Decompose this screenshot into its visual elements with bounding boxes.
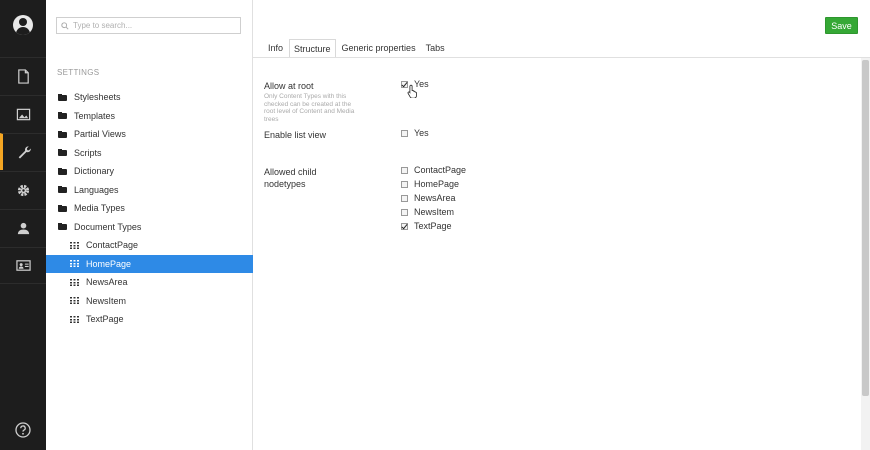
user-avatar[interactable] [13, 15, 33, 35]
app-sidebar [0, 0, 46, 450]
child-option-checkbox[interactable] [401, 222, 408, 230]
tree-item-newsarea[interactable]: NewsArea [46, 273, 253, 291]
document-type-icon [70, 260, 79, 267]
folder-icon [58, 167, 67, 175]
allow-at-root-label: Allow at root [264, 81, 314, 91]
allowed-child-nodetypes-label: Allowed child nodetypes [264, 167, 317, 189]
child-option-textpage[interactable]: TextPage [401, 220, 452, 232]
nav-settings[interactable] [0, 133, 46, 170]
folder-icon [58, 204, 67, 212]
tab-generic-properties[interactable]: Generic properties [338, 39, 420, 58]
enable-list-view-option-label: Yes [414, 128, 429, 138]
tree-item-label: Media Types [74, 203, 125, 213]
tab-info[interactable]: Info [264, 39, 287, 58]
tree-item-templates[interactable]: Templates [46, 107, 253, 125]
tab-tabs[interactable]: Tabs [422, 39, 449, 58]
tree-item-label: HomePage [86, 258, 132, 269]
tab-divider [253, 57, 870, 58]
child-option-label: NewsArea [414, 193, 456, 203]
id-card-icon [15, 260, 31, 271]
hand-cursor-icon [407, 84, 417, 98]
tree-item-label: Templates [74, 110, 116, 121]
tree-item-label: Partial Views [74, 129, 126, 139]
child-option-newsarea[interactable]: NewsArea [401, 192, 456, 204]
scrollbar-thumb[interactable] [862, 60, 869, 396]
nav-media[interactable] [0, 95, 46, 132]
tree-item-label: Dictionary [74, 166, 115, 176]
tab-structure[interactable]: Structure [289, 39, 336, 58]
tree-item-media-types[interactable]: Media Types [46, 199, 253, 217]
folder-icon [58, 130, 67, 138]
section-title: SETTINGS [57, 68, 100, 77]
document-type-icon [70, 315, 79, 323]
folder-icon [58, 112, 67, 119]
tree-item-stylesheets[interactable]: Stylesheets [46, 88, 253, 106]
tree-item-languages[interactable]: Languages [46, 181, 253, 199]
tree-item-scripts[interactable]: Scripts [46, 144, 253, 162]
document-type-icon [70, 297, 79, 304]
save-button[interactable]: Save [825, 17, 858, 34]
tree-item-partial-views[interactable]: Partial Views [46, 125, 253, 143]
child-option-checkbox[interactable] [401, 208, 408, 216]
child-option-checkbox[interactable] [401, 180, 408, 188]
help-icon[interactable] [15, 422, 31, 438]
tree-item-newsitem[interactable]: NewsItem [46, 292, 253, 310]
document-icon [17, 68, 29, 84]
document-type-icon [70, 278, 79, 286]
enable-list-view-checkbox[interactable] [401, 129, 408, 137]
child-option-newsitem[interactable]: NewsItem [401, 206, 454, 218]
settings-tree-panel: SETTINGS Stylesheets Templates Partial Vie… [46, 0, 253, 450]
tree-item-label: Scripts [74, 147, 102, 158]
child-option-label: ContactPage [414, 165, 467, 175]
document-type-icon [70, 241, 79, 249]
nav-content[interactable] [0, 57, 46, 94]
enable-list-view-label: Enable list view [264, 130, 327, 140]
allow-at-root-description: Only Content Types with this checked can… [264, 93, 355, 123]
child-option-label: TextPage [414, 221, 452, 231]
search-input[interactable] [73, 20, 233, 31]
tree-item-label: NewsArea [86, 277, 128, 287]
folder-icon [58, 149, 67, 156]
tree-item-label: Languages [74, 184, 119, 195]
child-option-homepage[interactable]: HomePage [401, 178, 459, 190]
editor-tabs: Info Structure Generic properties Tabs [264, 39, 451, 58]
folder-icon [58, 93, 67, 101]
gear-icon [17, 184, 29, 196]
wrench-icon [18, 145, 31, 158]
nav-users[interactable] [0, 209, 46, 246]
tree-item-label: NewsItem [86, 295, 127, 306]
child-option-contactpage[interactable]: ContactPage [401, 164, 466, 176]
tree-item-document-types[interactable]: Document Types [46, 218, 253, 236]
tree-item-label: ContactPage [86, 240, 139, 250]
tree-item-dictionary[interactable]: Dictionary [46, 162, 253, 180]
nav-members[interactable] [0, 247, 46, 284]
user-icon [17, 222, 29, 234]
vertical-scrollbar[interactable] [861, 58, 870, 450]
child-option-label: NewsItem [414, 207, 455, 217]
child-option-checkbox[interactable] [401, 166, 408, 174]
nav-developer[interactable] [0, 171, 46, 208]
search-icon [61, 22, 69, 30]
folder-icon [58, 186, 67, 193]
tree-item-label: TextPage [86, 314, 124, 324]
child-option-label: HomePage [414, 179, 460, 189]
enable-list-view-option[interactable]: Yes [401, 127, 429, 139]
tree-item-homepage[interactable]: HomePage [46, 254, 253, 273]
tree-item-contactpage[interactable]: ContactPage [46, 236, 253, 254]
tree-item-label: Stylesheets [74, 92, 121, 102]
folder-icon [58, 223, 67, 230]
tree-item-label: Document Types [74, 221, 142, 232]
tree-item-textpage[interactable]: TextPage [46, 310, 253, 328]
child-option-checkbox[interactable] [401, 194, 408, 202]
search-box[interactable] [56, 17, 241, 34]
editor-panel: Save Info Structure Generic properties T… [253, 0, 870, 450]
image-icon [16, 108, 30, 120]
